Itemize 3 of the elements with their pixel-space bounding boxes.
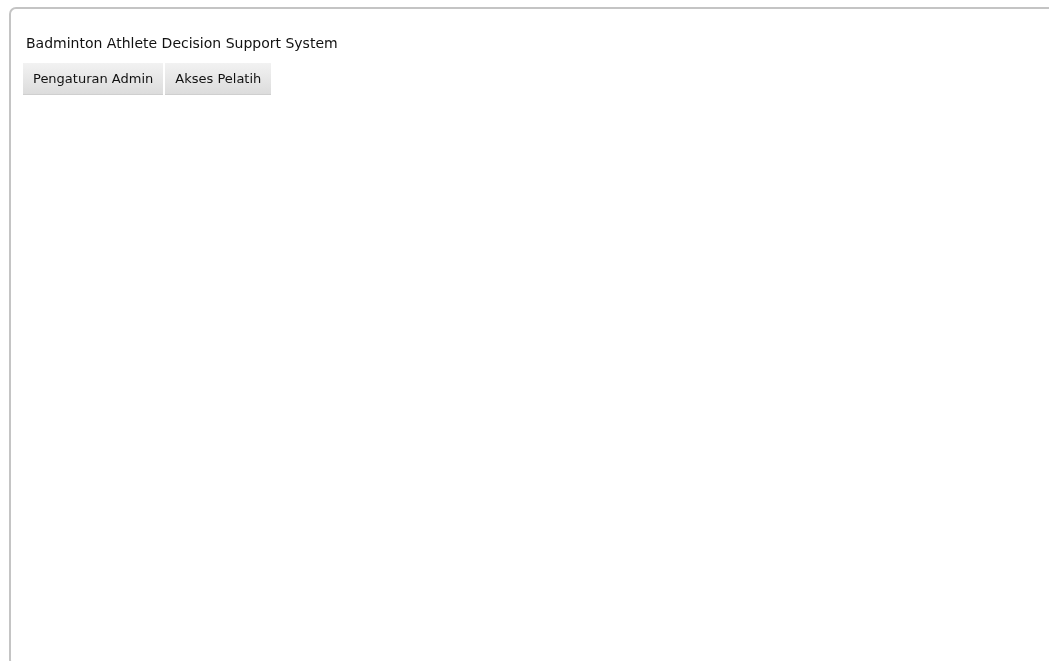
app-title: Badminton Athlete Decision Support System xyxy=(26,35,339,51)
nav-button[interactable]: Pengaturan Admin xyxy=(23,63,164,95)
nav-button[interactable]: Akses Pelatih xyxy=(165,63,272,95)
